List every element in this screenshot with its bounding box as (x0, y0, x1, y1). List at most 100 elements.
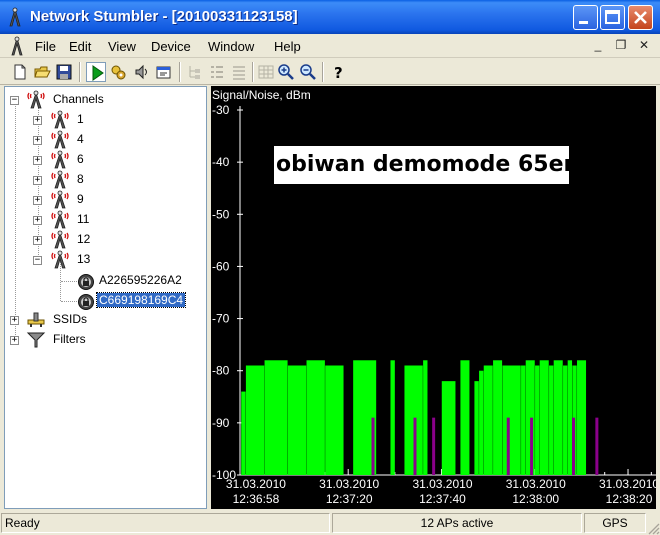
tree-node-channel-4[interactable]: 4 (75, 132, 86, 146)
mdi-close-button[interactable]: ✕ (636, 38, 652, 53)
zoom-in-button[interactable] (276, 62, 296, 82)
toolbar-separator (252, 62, 254, 82)
minimize-button[interactable] (573, 5, 598, 30)
tree-node-channel-6[interactable]: 6 (75, 152, 86, 166)
x-tick-date-label: 31.03.2010 (506, 477, 566, 491)
tree-node-channel-13[interactable]: 13 (75, 252, 92, 266)
maximize-icon (605, 10, 620, 24)
zoom-in-icon (278, 64, 294, 80)
document-antenna-icon[interactable] (8, 36, 26, 56)
y-tick-label: -90 (212, 416, 230, 430)
signal-bar (241, 391, 246, 475)
tree-node-channel-1[interactable]: 1 (75, 112, 86, 126)
tree-view-button[interactable] (185, 62, 205, 82)
new-icon (14, 64, 26, 80)
menu-bar: File Edit View Device Window Help _ ❐ ✕ (0, 34, 660, 58)
zoom-out-icon (300, 64, 316, 80)
x-tick-date-label: 31.03.2010 (599, 477, 656, 491)
tree-connector (61, 301, 77, 302)
filters-expand-toggle[interactable]: + (10, 336, 19, 345)
channel-4-toggle[interactable]: + (33, 136, 42, 145)
new-button[interactable] (10, 62, 30, 82)
tree-node-channels[interactable]: Channels (51, 92, 106, 106)
grid-icon (258, 65, 274, 79)
menu-help[interactable]: Help (274, 39, 301, 54)
channel-8-toggle[interactable]: + (33, 176, 42, 185)
tree-node-filters[interactable]: Filters (51, 332, 88, 346)
x-tick-date-label: 31.03.2010 (226, 477, 286, 491)
properties-button[interactable] (154, 62, 174, 82)
title-bar[interactable]: Network Stumbler - [20100331123158] (0, 0, 660, 34)
channel-12-toggle[interactable]: + (33, 236, 42, 245)
status-aps-active: 12 APs active (332, 513, 582, 533)
save-button[interactable] (54, 62, 74, 82)
y-axis-label: Signal/Noise, dBm (212, 88, 311, 102)
maximize-button[interactable] (600, 5, 625, 30)
mdi-restore-button[interactable]: ❐ (613, 38, 629, 53)
sound-button[interactable] (132, 62, 152, 82)
properties-icon (156, 66, 171, 79)
tree-node-ap-c669198169c4[interactable]: C669198169C4 (95, 292, 187, 308)
tree-node-channel-9[interactable]: 9 (75, 192, 86, 206)
menu-file[interactable]: File (35, 39, 56, 54)
tree-node-ssids[interactable]: SSIDs (51, 312, 89, 326)
close-button[interactable] (628, 5, 653, 30)
auto-configure-button[interactable] (108, 62, 128, 82)
channels-icon (27, 90, 45, 109)
menu-window[interactable]: Window (208, 39, 254, 54)
channel-11-toggle[interactable]: + (33, 216, 42, 225)
help-icon: ? (334, 64, 343, 81)
menu-edit[interactable]: Edit (69, 39, 91, 54)
channel-tower-icon (51, 250, 69, 269)
svg-text:?: ? (334, 64, 343, 81)
channel-tower-icon (51, 170, 69, 189)
y-tick-label: -60 (212, 259, 230, 273)
menu-device[interactable]: Device (151, 39, 191, 54)
signal-bar (306, 360, 325, 475)
status-gps: GPS (584, 513, 646, 533)
resize-grip-icon[interactable] (646, 521, 660, 535)
secured-ap-icon (78, 274, 94, 290)
channel-tower-icon (51, 110, 69, 129)
help-button[interactable]: ? (328, 62, 348, 82)
zoom-out-button[interactable] (298, 62, 318, 82)
tree-pane[interactable]: − Channels +1 +4 +6 +8 +9 +11 +12 − 13 A226595226A2… (4, 86, 207, 509)
tree-view-icon (189, 66, 200, 79)
tree-node-channel-8[interactable]: 8 (75, 172, 86, 186)
signal-graph-pane[interactable]: Signal/Noise, dBm -30 -40 -50 -60 -70 -80 -90 -1… (211, 86, 656, 509)
y-tick-label: -40 (212, 155, 230, 169)
toolbar-separator (322, 62, 324, 82)
list-view-button[interactable] (207, 62, 227, 82)
mdi-minimize-button[interactable]: _ (590, 38, 606, 53)
x-tick-date-label: 31.03.2010 (412, 477, 472, 491)
grid-button[interactable] (256, 62, 276, 82)
menu-view[interactable]: View (108, 39, 136, 54)
noise-bar (432, 417, 436, 475)
list-view-icon (211, 66, 223, 78)
channel-1-toggle[interactable]: + (33, 116, 42, 125)
signal-bar (245, 365, 265, 475)
channel-13-toggle[interactable]: − (33, 256, 42, 265)
x-tick-time-label: 12:38:20 (606, 492, 653, 506)
signal-bar (287, 365, 307, 475)
channel-9-toggle[interactable]: + (33, 196, 42, 205)
channel-6-toggle[interactable]: + (33, 156, 42, 165)
open-button[interactable] (32, 62, 52, 82)
signal-bar (521, 365, 526, 475)
signal-bar (493, 360, 503, 475)
tree-node-channel-12[interactable]: 12 (75, 232, 92, 246)
tree-node-ap-a226595226a2[interactable]: A226595226A2 (97, 273, 184, 287)
minimize-icon (579, 21, 588, 24)
scan-toggle-button[interactable] (86, 62, 106, 82)
noise-bar (572, 417, 576, 475)
signal-bar (502, 365, 521, 475)
channels-collapse-toggle[interactable]: − (10, 96, 19, 105)
toolbar: ? (0, 59, 660, 85)
y-tick-label: -80 (212, 364, 230, 378)
ssids-expand-toggle[interactable]: + (10, 316, 19, 325)
x-tick-time-label: 12:36:58 (233, 492, 280, 506)
tree-node-channel-11[interactable]: 11 (75, 212, 91, 226)
details-view-button[interactable] (229, 62, 249, 82)
speaker-icon (135, 64, 147, 80)
tree-connector (15, 101, 16, 337)
